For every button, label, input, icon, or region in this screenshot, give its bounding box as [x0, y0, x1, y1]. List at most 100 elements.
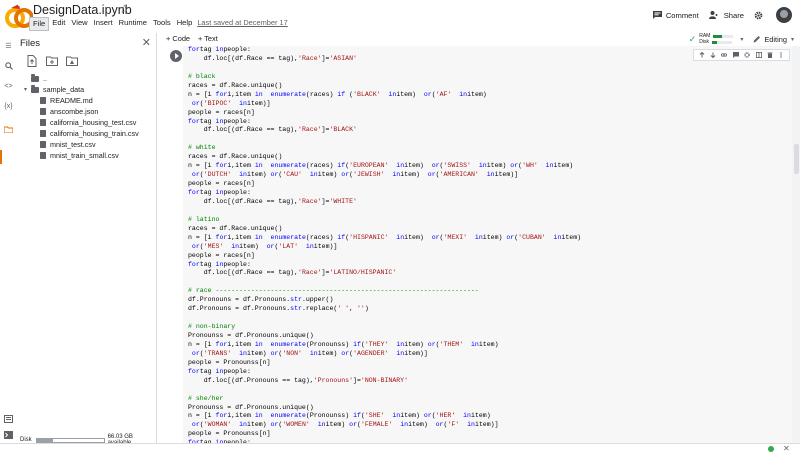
- star-icon[interactable]: ☆: [119, 2, 130, 16]
- file-tree: .. ▾ sample_data README.md anscombe.json cali…: [17, 73, 157, 161]
- code-keyword: for: [188, 189, 200, 196]
- code-snippets-icon[interactable]: <>: [3, 81, 14, 92]
- code-text: item): [467, 90, 487, 98]
- code-keyword: for: [188, 367, 200, 375]
- code-keyword: for: [215, 90, 228, 98]
- last-saved-link[interactable]: Last saved at December 17: [197, 17, 287, 31]
- code-text: (races): [305, 162, 338, 170]
- checkmark-icon: ✓: [688, 33, 697, 44]
- notebook-title[interactable]: DesignData.ipynb: [33, 3, 132, 17]
- code-keyword: in: [254, 340, 267, 348]
- move-down-icon[interactable]: [710, 52, 716, 58]
- code-line: races = df.Race.unique(): [188, 225, 581, 234]
- file-icon: [40, 108, 46, 115]
- ram-bar: [713, 34, 734, 38]
- menu-runtime[interactable]: Runtime: [116, 17, 150, 31]
- file-tree-item[interactable]: ..: [17, 73, 157, 84]
- add-code-button[interactable]: + Code: [166, 34, 190, 43]
- comment-button[interactable]: Comment: [652, 11, 699, 20]
- variables-icon[interactable]: {x}: [3, 101, 14, 112]
- file-tree-item[interactable]: README.md: [17, 95, 157, 106]
- code-keyword: for: [215, 233, 228, 241]
- menu-view[interactable]: View: [68, 17, 90, 31]
- command-palette-icon[interactable]: [3, 413, 14, 424]
- code-cell[interactable]: fortag inpeople: df.loc[(df.Race == tag)…: [183, 46, 792, 443]
- chevron-down-icon[interactable]: ▾: [24, 86, 31, 93]
- code-string: 'Pronouns': [313, 376, 354, 384]
- file-tree-label: california_housing_train.csv: [50, 129, 139, 138]
- add-text-button[interactable]: + Text: [198, 34, 218, 43]
- code-text: df.Pronouns = df.Pronouns.: [188, 305, 291, 313]
- menu-edit[interactable]: Edit: [49, 17, 68, 31]
- link-icon[interactable]: [721, 52, 728, 58]
- close-icon[interactable]: ✕: [142, 36, 151, 49]
- file-tree-item[interactable]: california_housing_test.csv: [17, 117, 157, 128]
- chevron-down-icon[interactable]: ▾: [740, 36, 743, 43]
- gear-icon[interactable]: [744, 52, 750, 58]
- code-text: n = [i: [188, 340, 216, 348]
- file-tree-item[interactable]: mnist_test.csv: [17, 139, 157, 150]
- notebook-toolbar: + Code + Text ✓ RAM Disk ▾ Editing ▾: [158, 33, 800, 46]
- code-keyword: in: [305, 171, 318, 179]
- code-editor[interactable]: fortag inpeople: df.loc[(df.Race == tag)…: [188, 46, 581, 443]
- file-tree-label: mnist_test.csv: [50, 140, 96, 149]
- disk-usage-fill: [36, 438, 53, 442]
- code-line: df.loc[(df.Race == tag),'Race']='BLACK': [188, 126, 581, 135]
- share-button[interactable]: Share: [708, 11, 744, 20]
- code-text: n = [i: [188, 233, 216, 241]
- mirror-cell-icon[interactable]: [755, 52, 762, 58]
- settings-button[interactable]: [754, 11, 767, 20]
- files-panel: Files ✕ .. ▾ sample_data README.md anscombe.…: [17, 33, 157, 446]
- terminal-icon[interactable]: [3, 429, 14, 440]
- file-tree-item[interactable]: mnist_train_small.csv: [17, 150, 157, 161]
- file-tree-item[interactable]: ▾ sample_data: [17, 84, 157, 95]
- more-options-icon[interactable]: [778, 52, 784, 58]
- ram-disk-indicator[interactable]: RAM Disk: [699, 33, 734, 45]
- file-tree-item[interactable]: anscombe.json: [17, 106, 157, 117]
- vertical-scrollbar[interactable]: [792, 46, 800, 443]
- code-line: # she/her: [188, 395, 581, 404]
- code-keyword: in: [235, 421, 247, 429]
- move-up-icon[interactable]: [699, 52, 705, 58]
- code-text: item)]: [494, 171, 519, 179]
- code-string: 'ASIAN': [329, 54, 357, 62]
- upload-file-icon[interactable]: [26, 55, 38, 67]
- connected-status-icon[interactable]: [768, 446, 774, 452]
- code-string: 'MES': [203, 242, 228, 250]
- code-line: fortag inpeople:: [188, 368, 581, 377]
- code-string: 'F': [447, 421, 464, 429]
- menu-tools[interactable]: Tools: [150, 17, 174, 31]
- comment-icon[interactable]: [732, 52, 739, 58]
- search-icon[interactable]: [3, 60, 14, 71]
- code-string: 'MEXI': [443, 233, 471, 241]
- close-icon[interactable]: ✕: [783, 444, 790, 453]
- file-tree-item[interactable]: california_housing_train.csv: [17, 128, 157, 139]
- code-text: tag: [199, 189, 216, 196]
- run-cell-button[interactable]: [170, 50, 182, 62]
- folder-icon[interactable]: [3, 124, 14, 135]
- delete-icon[interactable]: [767, 52, 773, 58]
- code-text: item): [400, 412, 424, 420]
- new-folder-icon[interactable]: [46, 55, 58, 67]
- scrollbar-thumb[interactable]: [793, 144, 799, 174]
- menu-file[interactable]: File: [29, 17, 50, 31]
- code-text: n = [i: [188, 412, 216, 420]
- code-text: i,item: [227, 90, 255, 98]
- table-of-contents-icon[interactable]: ☰: [3, 40, 14, 51]
- menu-insert[interactable]: Insert: [91, 17, 116, 31]
- code-string: 'Race': [298, 54, 322, 62]
- code-keyword: in: [471, 233, 483, 241]
- editing-mode-button[interactable]: Editing ▾: [753, 35, 794, 44]
- mount-drive-icon[interactable]: [66, 55, 78, 67]
- disk-usage-bar: [35, 437, 105, 443]
- code-text: people = races[n]: [188, 180, 255, 188]
- code-line: fortag inpeople:: [188, 261, 581, 270]
- code-text: ): [364, 305, 369, 313]
- menu-help[interactable]: Help: [174, 17, 196, 31]
- code-keyword: in: [388, 412, 401, 420]
- avatar[interactable]: [776, 7, 792, 23]
- code-line: people = races[n]: [188, 109, 581, 118]
- code-keyword: or: [188, 349, 200, 357]
- cell-toolbar: [693, 49, 790, 61]
